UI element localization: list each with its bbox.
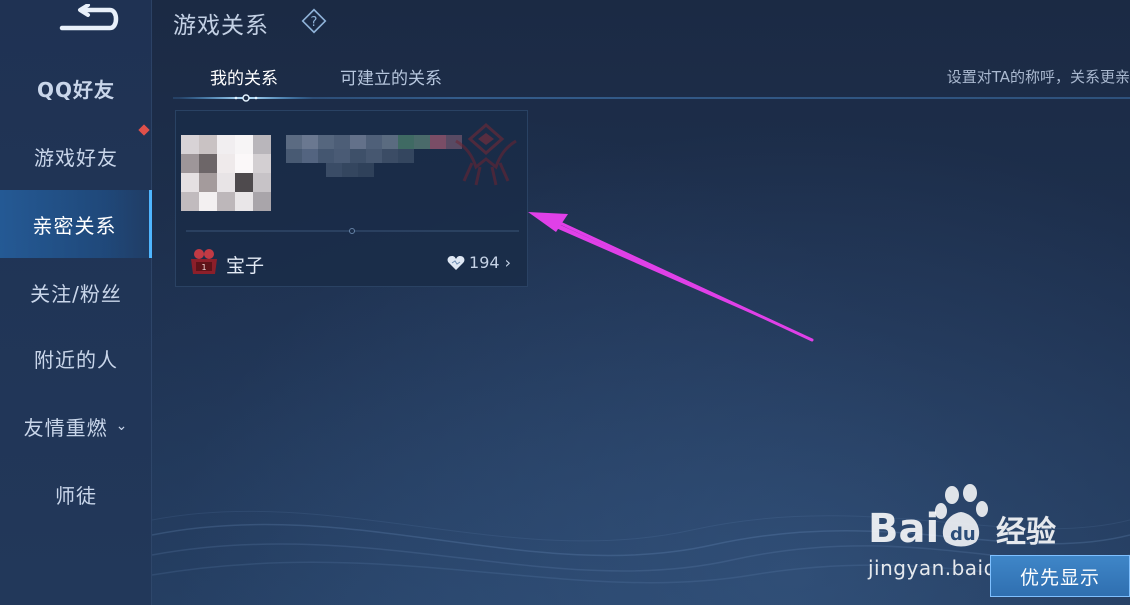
sidebar: QQ好友 游戏好友 亲密关系 关注/粉丝 附近的人 友情重燃 ⌄ 师徒 bbox=[0, 0, 152, 605]
chevron-down-icon: ⌄ bbox=[115, 418, 129, 434]
notification-dot bbox=[138, 124, 150, 136]
hint-text: 设置对TA的称呼，关系更亲 bbox=[946, 68, 1130, 86]
sidebar-item-label: 师徒 bbox=[55, 483, 97, 508]
back-arrow-icon[interactable] bbox=[56, 4, 122, 36]
annotation-arrow bbox=[528, 212, 814, 342]
sidebar-item-mentor[interactable]: 师徒 bbox=[0, 460, 152, 528]
relation-level: 1 bbox=[201, 263, 206, 272]
tab-selected-indicator bbox=[179, 94, 313, 102]
sidebar-item-label: 关注/粉丝 bbox=[30, 281, 122, 306]
tab-my-relations[interactable]: 我的关系 bbox=[210, 64, 278, 89]
page-title: 游戏关系 bbox=[173, 13, 269, 39]
tab-possible-relations[interactable]: 可建立的关系 bbox=[340, 64, 442, 89]
intimacy-value[interactable]: 194 › bbox=[447, 253, 511, 272]
sidebar-item-intimate-relations[interactable]: 亲密关系 bbox=[0, 190, 152, 258]
chevron-right-icon: › bbox=[504, 253, 511, 272]
relation-level-badge-icon: 1 bbox=[191, 249, 217, 274]
sidebar-item-label: 亲密关系 bbox=[32, 213, 117, 238]
team-emblem-icon bbox=[455, 123, 517, 186]
svg-text:Bai: Bai bbox=[868, 506, 939, 552]
sidebar-item-label: QQ好友 bbox=[36, 77, 115, 102]
question-diamond-icon[interactable]: ? bbox=[301, 8, 327, 34]
avatar-pixelated bbox=[181, 135, 271, 211]
svg-text:?: ? bbox=[311, 15, 318, 30]
sidebar-item-nearby[interactable]: 附近的人 bbox=[0, 324, 152, 392]
relation-name: 宝子 bbox=[226, 255, 265, 277]
tab-underline bbox=[173, 97, 1130, 99]
sidebar-item-label: 友情重燃 bbox=[23, 415, 108, 440]
svg-text:经验: 经验 bbox=[996, 515, 1056, 550]
sidebar-item-game-friends[interactable]: 游戏好友 bbox=[0, 122, 152, 190]
sidebar-item-rekindle[interactable]: 友情重燃 ⌄ bbox=[0, 392, 152, 460]
game-relations-screen: QQ好友 游戏好友 亲密关系 关注/粉丝 附近的人 友情重燃 ⌄ 师徒 游戏关系… bbox=[0, 0, 1130, 605]
sidebar-item-qq-friends[interactable]: QQ好友 bbox=[0, 54, 152, 122]
svg-text:du: du bbox=[950, 524, 976, 545]
tab-bar: 我的关系 可建立的关系 设置对TA的称呼，关系更亲 bbox=[173, 56, 1130, 102]
intimacy-number: 194 bbox=[469, 253, 500, 272]
sidebar-item-label: 附近的人 bbox=[34, 347, 118, 372]
sidebar-item-follow-fans[interactable]: 关注/粉丝 bbox=[0, 258, 152, 326]
sidebar-item-label: 游戏好友 bbox=[34, 145, 118, 170]
relation-card[interactable]: 1 宝子 194 › bbox=[175, 110, 528, 287]
heart-icon bbox=[447, 255, 465, 270]
priority-display-button[interactable]: 优先显示 bbox=[990, 555, 1130, 597]
card-divider bbox=[186, 228, 519, 234]
